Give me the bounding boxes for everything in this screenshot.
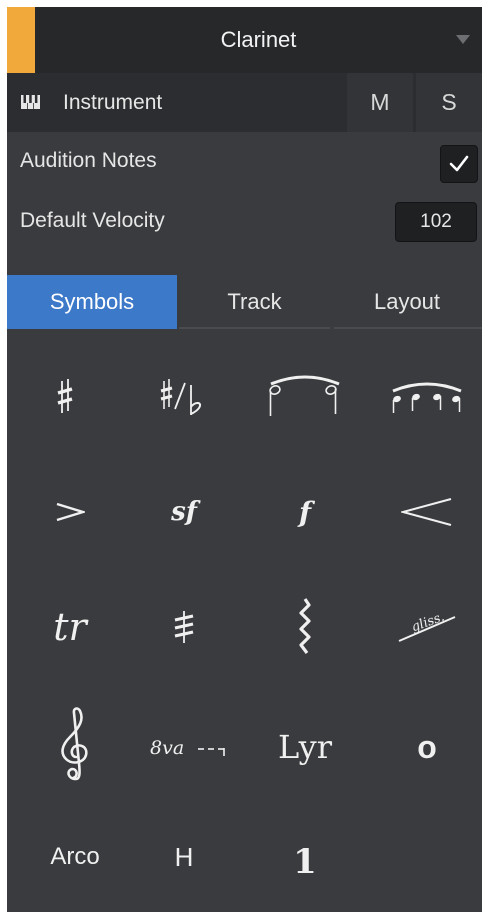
tab-divider	[179, 327, 330, 329]
octava-label: 8va	[150, 737, 184, 759]
crescendo-hairpin-icon[interactable]	[377, 477, 477, 547]
arco-label[interactable]: Arco	[25, 822, 125, 892]
lyrics-label[interactable]: Lyr	[255, 707, 355, 787]
checkmark-icon	[449, 155, 469, 172]
piano-keyboard-icon	[21, 95, 40, 109]
inspector-tabs: Symbols Track Layout	[7, 275, 482, 329]
sharp-icon[interactable]	[25, 357, 105, 437]
hammer-on-label[interactable]: H	[139, 822, 229, 892]
octava-icon[interactable]: 8va	[139, 707, 239, 787]
fingering-label[interactable]: 1	[255, 822, 355, 902]
audition-notes-label: Audition Notes	[20, 149, 157, 172]
default-velocity-field[interactable]: 102	[395, 202, 477, 242]
harmonic-label[interactable]: o	[377, 707, 477, 787]
trill-label[interactable]: tr	[25, 587, 115, 667]
accidental-toggle-icon[interactable]	[139, 357, 229, 437]
mute-button[interactable]: M	[347, 73, 413, 132]
tab-symbols[interactable]: Symbols	[7, 275, 177, 329]
glissando-label: gliss.	[409, 610, 446, 636]
tab-track[interactable]: Track	[177, 275, 332, 329]
audition-notes-checkbox[interactable]	[440, 145, 478, 183]
track-header: Clarinet	[7, 7, 482, 73]
instrument-row: Instrument M S	[7, 73, 482, 132]
default-velocity-label: Default Velocity	[20, 209, 165, 232]
tremolo-icon[interactable]	[139, 592, 229, 662]
chevron-down-icon[interactable]	[456, 35, 470, 44]
slur-icon[interactable]	[377, 357, 477, 437]
instrument-label[interactable]: Instrument	[63, 73, 162, 132]
arpeggio-icon[interactable]	[255, 587, 355, 667]
forte-label[interactable]: f	[255, 472, 355, 552]
glissando-icon[interactable]: gliss.	[377, 592, 477, 662]
sforzando-label[interactable]: sf	[139, 472, 229, 552]
treble-clef-icon[interactable]	[25, 702, 125, 792]
track-inspector-panel: Clarinet Instrument M S Audition Notes D…	[7, 7, 482, 912]
tab-divider	[334, 327, 482, 329]
tab-layout[interactable]: Layout	[332, 275, 482, 329]
solo-button[interactable]: S	[416, 73, 482, 132]
accent-icon[interactable]	[25, 477, 115, 547]
track-title[interactable]: Clarinet	[35, 7, 482, 73]
tie-icon[interactable]	[255, 357, 355, 437]
track-color-swatch[interactable]	[7, 7, 35, 73]
